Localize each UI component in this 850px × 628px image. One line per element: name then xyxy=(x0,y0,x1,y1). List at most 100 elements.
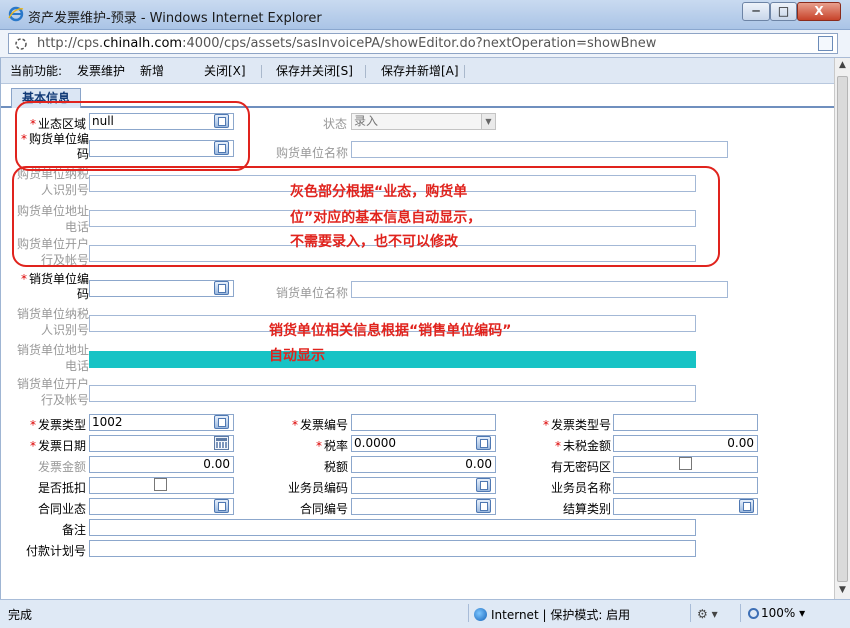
minimize-button[interactable]: ─ xyxy=(742,2,770,21)
globe-icon xyxy=(474,608,487,621)
settlement-type-lookup-icon[interactable] xyxy=(739,499,754,513)
toolbar-divider xyxy=(464,65,465,78)
invoice-type-lookup-icon[interactable] xyxy=(214,415,229,429)
invoice-type-label-text: 发票类型 xyxy=(37,418,86,432)
security-zone[interactable]: Internet | 保护模式: 启用 xyxy=(474,606,630,623)
invoice-number-field[interactable] xyxy=(351,414,496,431)
payment-plan-label: 付款计划号 xyxy=(25,544,86,558)
invoice-type-code-field[interactable] xyxy=(613,414,758,431)
seller-code-lookup-icon[interactable] xyxy=(214,281,229,295)
seller-code-label-line2: 码 xyxy=(76,287,89,301)
contract-business-label: 合同业态 xyxy=(37,502,86,516)
seller-bank-label: 销货单位开户 行及帐号 xyxy=(9,376,89,408)
settlement-type-field[interactable] xyxy=(613,498,758,515)
window-title: 资产发票维护-预录 - Windows Internet Explorer xyxy=(28,11,322,26)
remarks-label: 备注 xyxy=(61,523,86,537)
salesman-name-field xyxy=(613,477,758,494)
annotation-seller-note-line1: 销货单位相关信息根据“销售单位编码” xyxy=(269,323,512,339)
close-button[interactable]: 关闭[X] xyxy=(204,58,246,84)
scroll-down-icon[interactable]: ▼ xyxy=(837,585,848,597)
address-field[interactable]: http://cps.chinalh.com:4000/cps/assets/s… xyxy=(8,33,838,54)
salesman-code-field[interactable] xyxy=(351,477,496,494)
calendar-icon[interactable] xyxy=(214,436,229,450)
seller-code-label: * 销货单位编码 xyxy=(20,272,89,301)
protected-mode-icon[interactable]: ⚙ ▾ xyxy=(697,607,718,621)
contract-business-lookup-icon[interactable] xyxy=(214,499,229,513)
current-module: 发票维护 xyxy=(77,64,126,78)
annotation-buyer-note-line3: 不需要录入，也不可以修改 xyxy=(290,234,458,250)
invoice-type-code-label: * 发票类型号 xyxy=(542,418,611,432)
ie-icon xyxy=(8,6,24,22)
status-select: 录入 xyxy=(351,113,496,130)
toolbar-divider xyxy=(365,65,366,78)
form-toolbar: 当前功能: 发票维护 新增 关闭[X] 保存并关闭[S] 保存并新增[A] xyxy=(1,58,835,84)
seller-address-label: 销货单位地址电话 xyxy=(9,342,89,374)
vertical-scrollbar[interactable]: ▲ ▼ xyxy=(834,58,850,599)
settlement-type-label: 结算类别 xyxy=(562,502,611,516)
tax-amount-label: 税额 xyxy=(323,460,348,474)
compatibility-view-icon[interactable] xyxy=(818,36,833,51)
payment-plan-field[interactable] xyxy=(89,540,696,557)
maximize-button[interactable]: □ xyxy=(770,2,797,21)
seller-name-field xyxy=(351,281,728,298)
invoice-type-code-label-text: 发票类型号 xyxy=(550,418,611,432)
remarks-field[interactable] xyxy=(89,519,696,536)
invoice-date-field[interactable] xyxy=(89,435,234,452)
scroll-thumb[interactable] xyxy=(837,76,848,582)
seller-address-label-line1: 销货单位地址 xyxy=(16,343,89,357)
seller-code-label-line1: 销货单位编 xyxy=(28,272,89,286)
url-text[interactable]: http://cps.chinalh.com:4000/cps/assets/s… xyxy=(37,36,656,51)
cipher-area-checkbox[interactable] xyxy=(679,457,692,470)
magnifier-icon xyxy=(748,608,759,619)
zoom-level: 100% xyxy=(761,606,796,620)
scroll-up-icon[interactable]: ▲ xyxy=(837,60,848,72)
status-bar: 完成 Internet | 保护模式: 启用 ⚙ ▾ 100% ▾ xyxy=(0,599,850,628)
pre-tax-amount-field[interactable]: 0.00 xyxy=(613,435,758,452)
close-window-button[interactable]: X xyxy=(797,2,841,21)
status-done-text: 完成 xyxy=(8,608,33,622)
seller-address-label-line2: 电话 xyxy=(64,359,89,373)
save-and-close-button[interactable]: 保存并关闭[S] xyxy=(276,58,353,84)
seller-code-field[interactable] xyxy=(89,280,234,297)
tax-rate-field[interactable]: 0.0000 xyxy=(351,435,496,452)
tax-rate-label-text: 税率 xyxy=(323,439,348,453)
invoice-number-label: * 发票编号 xyxy=(291,418,348,432)
tax-rate-lookup-icon[interactable] xyxy=(476,436,491,450)
is-deduct-label: 是否抵扣 xyxy=(37,481,86,495)
buyer-name-field xyxy=(351,141,728,158)
invoice-amount-label: 发票金额 xyxy=(37,460,86,474)
seller-bank-field xyxy=(89,385,696,402)
seller-tax-id-label-line2: 人识别号 xyxy=(40,323,89,337)
contract-number-label: 合同编号 xyxy=(299,502,348,516)
cipher-area-label: 有无密码区 xyxy=(550,460,611,474)
seller-name-label: 销货单位名称 xyxy=(275,286,348,300)
seller-tax-id-label: 销货单位纳税人识别号 xyxy=(9,306,89,338)
annotation-buyer-note-line2: 位”对应的基本信息自动显示， xyxy=(290,210,482,226)
contract-number-field[interactable] xyxy=(351,498,496,515)
toolbar-divider xyxy=(261,65,262,78)
page-content: 当前功能: 发票维护 新增 关闭[X] 保存并关闭[S] 保存并新增[A] 基本… xyxy=(0,58,835,599)
save-and-new-button[interactable]: 保存并新增[A] xyxy=(381,58,459,84)
address-bar: http://cps.chinalh.com:4000/cps/assets/s… xyxy=(0,30,850,58)
contract-business-field[interactable] xyxy=(89,498,234,515)
status-divider xyxy=(690,604,691,622)
status-label: 状态 xyxy=(322,117,347,131)
seller-address-highlight-field xyxy=(89,351,696,368)
seller-bank-label-line2: 行及帐号 xyxy=(40,393,89,407)
is-deduct-checkbox[interactable] xyxy=(154,478,167,491)
invoice-type-field[interactable]: 1002 xyxy=(89,414,234,431)
annotation-seller-note-line2: 自动显示 xyxy=(269,348,325,364)
contract-number-lookup-icon[interactable] xyxy=(476,499,491,513)
url-suffix: :4000/cps/assets/sasInvoicePA/showEditor… xyxy=(182,36,657,51)
invoice-date-label: * 发票日期 xyxy=(29,439,86,453)
status-divider xyxy=(468,604,469,622)
current-function-label: 当前功能: xyxy=(10,64,63,78)
window-titlebar: 资产发票维护-预录 - Windows Internet Explorer ─ … xyxy=(0,0,850,30)
salesman-name-label: 业务员名称 xyxy=(550,481,611,495)
zoom-control[interactable]: 100% ▾ xyxy=(748,606,805,620)
url-prefix: http://cps. xyxy=(37,36,104,51)
seller-tax-id-label-line1: 销货单位纳税 xyxy=(16,307,89,321)
buyer-name-label: 购货单位名称 xyxy=(275,146,348,160)
salesman-code-label: 业务员编码 xyxy=(287,481,348,495)
salesman-code-lookup-icon[interactable] xyxy=(476,478,491,492)
